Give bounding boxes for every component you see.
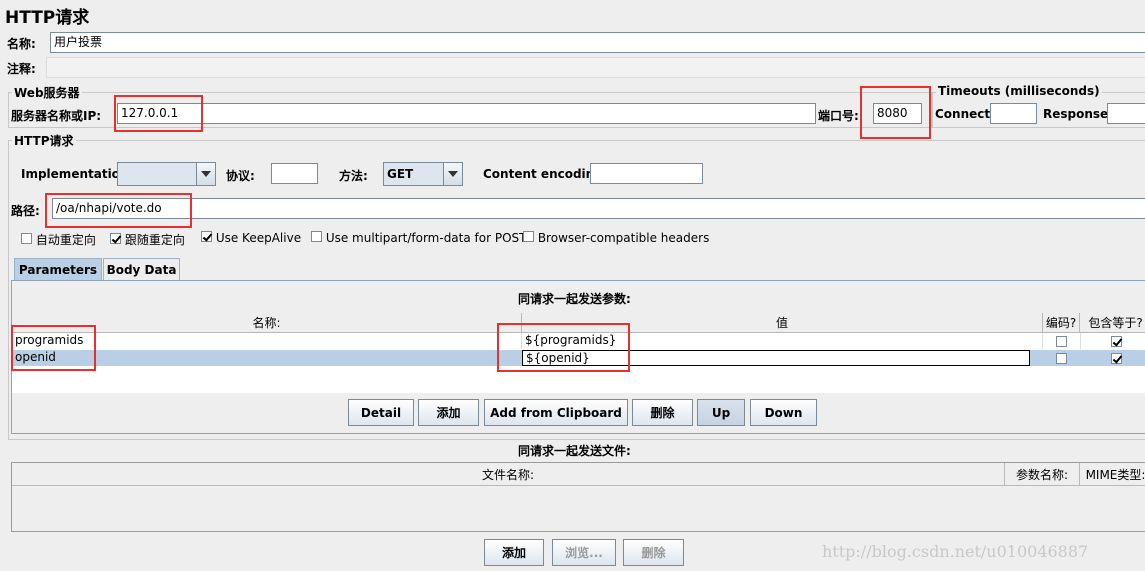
encode-cell[interactable] — [1043, 350, 1080, 366]
browser-headers-checkbox[interactable] — [523, 231, 534, 242]
files-col-param-name: 参数名称: — [1005, 463, 1080, 486]
server-field[interactable]: 127.0.0.1 — [117, 103, 816, 124]
encode-checkbox[interactable] — [1056, 352, 1067, 364]
name-label: 名称: — [7, 37, 36, 51]
option-follow-redirect[interactable]: 跟随重定向 — [110, 231, 185, 248]
path-label: 路径: — [11, 204, 40, 218]
add-from-clipboard-button[interactable]: Add from Clipboard — [484, 399, 628, 426]
chevron-down-icon[interactable] — [443, 163, 462, 185]
chevron-down-icon[interactable] — [196, 163, 215, 185]
highlight-path — [45, 193, 192, 228]
web-server-group-title: Web服务器 — [12, 84, 82, 101]
tab-body-data[interactable]: Body Data — [103, 258, 180, 280]
detail-button[interactable]: Detail — [348, 399, 414, 426]
include-equals-checkbox[interactable] — [1110, 335, 1122, 347]
connect-field[interactable] — [990, 103, 1037, 124]
option-multipart[interactable]: Use multipart/form-data for POST — [311, 231, 526, 245]
highlight-param-names — [11, 325, 96, 371]
auto-redirect-label: 自动重定向 — [35, 233, 96, 247]
include-equals-cell[interactable] — [1080, 350, 1145, 366]
implementation-select[interactable] — [117, 162, 216, 186]
name-field[interactable]: 用户投票 — [50, 32, 1145, 53]
page-title: HTTP请求 — [5, 8, 90, 28]
response-label: Response: — [1043, 107, 1113, 121]
timeouts-group-title: Timeouts (milliseconds) — [936, 84, 1102, 98]
server-label: 服务器名称或IP: — [11, 109, 102, 123]
encode-cell[interactable] — [1043, 333, 1081, 349]
encoding-field[interactable] — [590, 163, 703, 184]
path-field[interactable]: /oa/nhapi/vote.do — [52, 198, 1145, 219]
option-keepalive[interactable]: Use KeepAlive — [201, 231, 301, 245]
up-button[interactable]: Up — [697, 399, 745, 426]
option-auto-redirect[interactable]: 自动重定向 — [21, 231, 96, 248]
params-col-include-equals: 包含等于? — [1080, 313, 1145, 333]
files-col-filename: 文件名称: — [12, 463, 1005, 486]
files-table: 文件名称: 参数名称: MIME类型: — [11, 462, 1145, 532]
comment-label: 注释: — [7, 62, 36, 76]
add-file-button[interactable]: 添加 — [484, 539, 544, 566]
params-heading: 同请求一起发送参数: — [518, 292, 631, 306]
multipart-checkbox[interactable] — [311, 231, 322, 242]
keepalive-label: Use KeepAlive — [215, 231, 302, 245]
down-button[interactable]: Down — [750, 399, 817, 426]
method-label: 方法: — [339, 169, 368, 183]
follow-redirect-label: 跟随重定向 — [124, 233, 185, 247]
files-heading: 同请求一起发送文件: — [518, 444, 631, 458]
files-col-mime-type: MIME类型: — [1080, 463, 1145, 486]
auto-redirect-checkbox[interactable] — [21, 233, 32, 244]
tab-parameters[interactable]: Parameters — [14, 258, 102, 280]
follow-redirect-checkbox[interactable] — [110, 233, 121, 244]
browse-button[interactable]: 浏览... — [552, 539, 616, 566]
encoding-label: Content encoding: — [483, 167, 608, 181]
comment-field[interactable] — [46, 57, 1145, 78]
response-field[interactable] — [1107, 103, 1145, 124]
connect-label: Connect: — [935, 107, 995, 121]
add-param-button[interactable]: 添加 — [418, 399, 479, 426]
http-request-group-title: HTTP请求 — [12, 132, 76, 149]
watermark: http://blog.csdn.net/u010046887 — [822, 542, 1089, 561]
highlight-param-values — [497, 323, 630, 372]
method-select[interactable]: GET — [383, 162, 463, 186]
option-browser-headers[interactable]: Browser-compatible headers — [523, 231, 709, 245]
encode-checkbox[interactable] — [1056, 335, 1067, 347]
delete-file-button[interactable]: 删除 — [623, 539, 684, 566]
delete-param-button[interactable]: 删除 — [632, 399, 693, 426]
keepalive-checkbox[interactable] — [201, 231, 212, 242]
protocol-label: 协议: — [226, 169, 255, 183]
method-value: GET — [387, 167, 414, 181]
multipart-label: Use multipart/form-data for POST — [325, 231, 527, 245]
include-equals-cell[interactable] — [1080, 333, 1145, 349]
protocol-field[interactable] — [271, 163, 318, 184]
highlight-port — [860, 86, 931, 139]
browser-headers-label: Browser-compatible headers — [537, 231, 710, 245]
params-col-encode: 编码? — [1043, 313, 1080, 333]
port-label: 端口号: — [818, 109, 859, 123]
include-equals-checkbox[interactable] — [1110, 352, 1122, 364]
highlight-server-ip — [114, 95, 203, 132]
